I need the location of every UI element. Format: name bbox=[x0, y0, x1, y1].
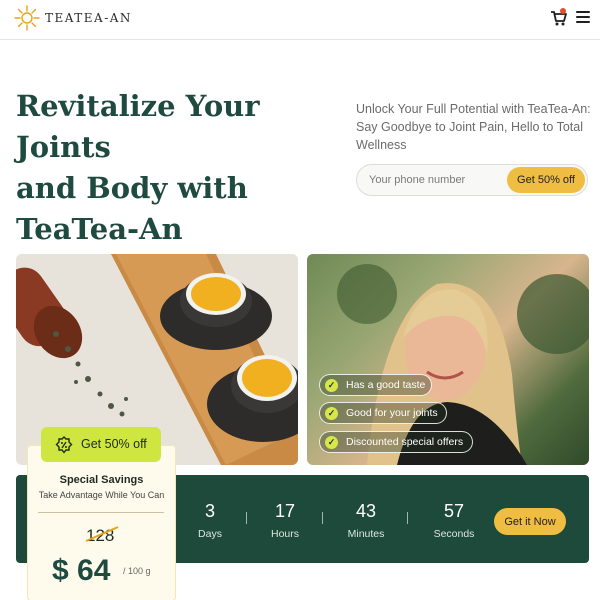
get-it-now-button[interactable]: Get it Now bbox=[494, 508, 566, 535]
strikethrough-icon bbox=[85, 526, 119, 542]
countdown-value: 57 bbox=[443, 501, 465, 521]
countdown-label: Seconds bbox=[433, 528, 475, 540]
benefit-pill: ✓ Has a good taste bbox=[319, 374, 432, 396]
check-icon: ✓ bbox=[325, 407, 338, 420]
offer-title: Special Savings bbox=[59, 474, 144, 486]
hero-title-line: Revitalize Your Joints bbox=[16, 89, 260, 164]
cart-badge bbox=[560, 8, 566, 14]
menu-icon[interactable] bbox=[576, 11, 590, 25]
countdown-seconds: 57 Seconds bbox=[424, 500, 484, 542]
check-icon: ✓ bbox=[325, 436, 338, 449]
countdown-value: 43 bbox=[355, 501, 377, 521]
hero-title-line: and Body with bbox=[16, 171, 248, 205]
countdown-hours: 17 Hours bbox=[255, 500, 315, 542]
phone-form: Get 50% off bbox=[356, 164, 588, 196]
offer-badge-label: Get 50% off bbox=[81, 437, 147, 451]
offer-divider bbox=[38, 512, 164, 513]
countdown-minutes: 43 Minutes bbox=[336, 500, 396, 542]
discount-icon bbox=[55, 436, 73, 454]
offer-badge[interactable]: Get 50% off bbox=[41, 427, 161, 462]
benefit-label: Good for your joints bbox=[346, 407, 438, 419]
phone-input[interactable] bbox=[369, 165, 509, 195]
offer-subtitle: Take Advantage While You Can bbox=[38, 490, 165, 500]
countdown-divider bbox=[322, 512, 323, 524]
countdown-divider bbox=[246, 512, 247, 524]
price-unit: / 100 g bbox=[123, 566, 151, 576]
brand-name[interactable]: TEATEA-AN bbox=[45, 11, 132, 25]
current-price: $ 64 bbox=[52, 554, 111, 587]
benefit-pill: ✓ Discounted special offers bbox=[319, 431, 473, 453]
hero-subtitle: Unlock Your Full Potential with TeaTea-A… bbox=[356, 102, 591, 152]
hero-title: Revitalize Your Joints and Body with Tea… bbox=[16, 86, 336, 250]
header: TEATEA-AN bbox=[0, 0, 600, 40]
benefit-label: Discounted special offers bbox=[346, 436, 464, 448]
countdown-days: 3 Days bbox=[180, 500, 240, 542]
countdown-label: Hours bbox=[270, 528, 299, 540]
countdown-label: Minutes bbox=[347, 528, 385, 540]
countdown-label: Days bbox=[198, 528, 222, 540]
hero-title-line: TeaTea-An bbox=[16, 212, 183, 246]
sun-logo-icon[interactable] bbox=[14, 5, 40, 31]
countdown-value: 17 bbox=[274, 501, 296, 521]
countdown-value: 3 bbox=[204, 501, 215, 521]
cart-icon[interactable] bbox=[548, 8, 570, 28]
benefit-pill: ✓ Good for your joints bbox=[319, 402, 447, 424]
benefit-label: Has a good taste bbox=[346, 379, 426, 391]
get-discount-button[interactable]: Get 50% off bbox=[507, 167, 585, 193]
countdown-divider bbox=[407, 512, 408, 524]
check-icon: ✓ bbox=[325, 379, 338, 392]
